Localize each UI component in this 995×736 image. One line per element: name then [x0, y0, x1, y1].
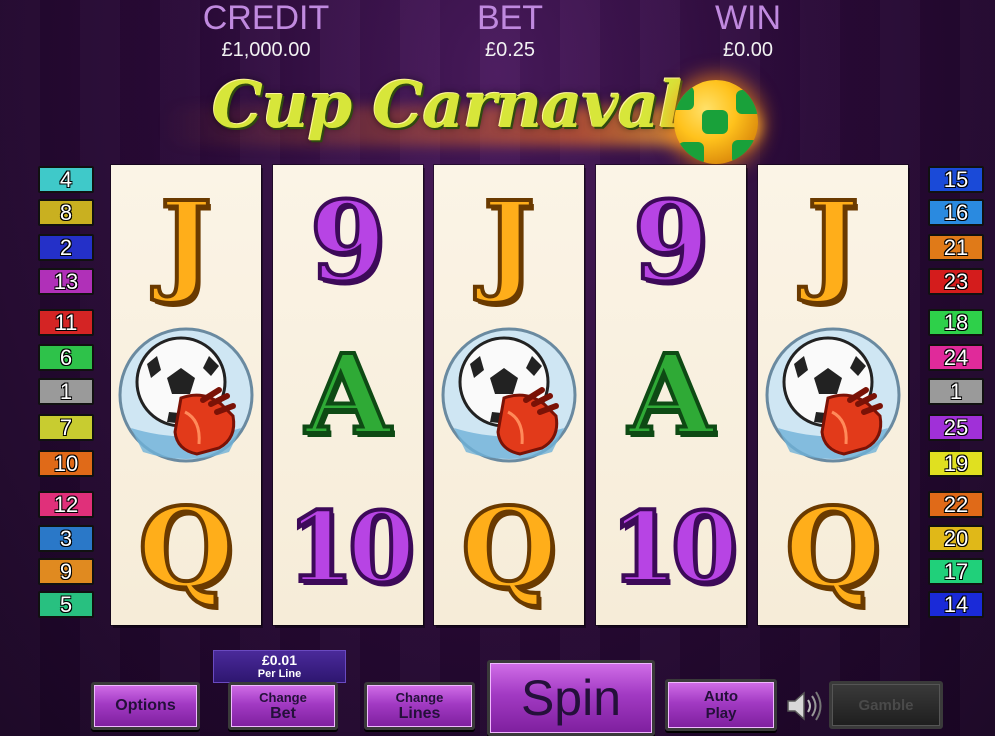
- symbol-glyph: A: [303, 329, 392, 459]
- gamble-button-label: Gamble: [858, 696, 914, 714]
- symbol-ace: A: [273, 318, 423, 471]
- symbol-glyph: 9: [631, 176, 712, 306]
- payline-marker-left: 2: [38, 234, 94, 261]
- spin-button-label: Spin: [520, 670, 622, 726]
- reel: 9 A 10: [596, 165, 746, 625]
- payline-marker-right: 18: [928, 309, 984, 336]
- payline-marker-right: 14: [928, 591, 984, 618]
- payline-marker-right: 17: [928, 558, 984, 585]
- payline-marker-right: 25: [928, 414, 984, 441]
- symbol-jack: J: [111, 165, 261, 318]
- symbol-ten: 10: [273, 471, 423, 624]
- symbol-glyph: 10: [285, 490, 417, 604]
- change-lines-label-top: Change: [395, 690, 444, 705]
- auto-play-label-top: Auto: [703, 688, 739, 705]
- win-label: WIN: [714, 0, 782, 37]
- speaker-icon[interactable]: [784, 688, 824, 724]
- gamble-button[interactable]: Gamble: [829, 681, 943, 729]
- ball-glove-symbol-icon: [758, 318, 908, 471]
- payline-marker-left: 9: [38, 558, 94, 585]
- options-button-label: Options: [115, 697, 176, 714]
- symbol-jack: J: [434, 165, 584, 318]
- per-line-amount: £0.01: [261, 652, 298, 668]
- symbol-glyph: J: [481, 176, 537, 306]
- symbol-glyph: Q: [136, 482, 236, 612]
- payline-marker-left: 4: [38, 166, 94, 193]
- change-lines-button[interactable]: Change Lines: [364, 682, 475, 730]
- payline-marker-right: 24: [928, 344, 984, 371]
- symbol-glyph: J: [805, 176, 861, 306]
- payline-marker-right: 22: [928, 491, 984, 518]
- symbol-nine: 9: [273, 165, 423, 318]
- game-logo: Cup Carnaval: [150, 66, 790, 176]
- payline-marker-left: 1: [38, 378, 94, 405]
- credit-label: CREDIT: [202, 0, 330, 37]
- symbol-queen: Q: [111, 471, 261, 624]
- payline-marker-right: 19: [928, 450, 984, 477]
- change-bet-label-bottom: Bet: [270, 705, 296, 722]
- symbol-queen: Q: [758, 471, 908, 624]
- symbol-ten: 10: [596, 471, 746, 624]
- reel: JQ: [111, 165, 261, 625]
- reel: JQ: [434, 165, 584, 625]
- change-lines-label-bottom: Lines: [398, 705, 441, 722]
- bet-display: BET £0.25: [420, 0, 600, 62]
- win-value: £0.00: [722, 39, 774, 61]
- reel: JQ: [758, 165, 908, 625]
- credit-display: CREDIT £1,000.00: [176, 0, 356, 62]
- payline-marker-left: 5: [38, 591, 94, 618]
- payline-marker-left: 13: [38, 268, 94, 295]
- auto-play-button[interactable]: Auto Play: [665, 679, 777, 731]
- payline-marker-left: 11: [38, 309, 94, 336]
- symbol-queen: Q: [434, 471, 584, 624]
- logo-text: Cup Carnaval: [212, 68, 683, 143]
- payline-marker-left: 10: [38, 450, 94, 477]
- payline-marker-right: 20: [928, 525, 984, 552]
- auto-play-label-bottom: Play: [705, 705, 737, 722]
- symbol-glyph: Q: [459, 482, 559, 612]
- soccer-ball-icon: [674, 80, 758, 164]
- payline-marker-left: 7: [38, 414, 94, 441]
- payline-marker-left: 3: [38, 525, 94, 552]
- per-line-display: £0.01 Per Line: [213, 650, 346, 683]
- payline-marker-right: 23: [928, 268, 984, 295]
- symbol-glyph: A: [626, 329, 715, 459]
- bet-value: £0.25: [484, 39, 536, 61]
- payline-marker-left: 6: [38, 344, 94, 371]
- bet-label: BET: [476, 0, 544, 37]
- payline-marker-right: 1: [928, 378, 984, 405]
- spin-button[interactable]: Spin: [487, 660, 655, 736]
- payline-marker-right: 16: [928, 199, 984, 226]
- change-bet-label-top: Change: [259, 690, 307, 705]
- change-bet-button[interactable]: Change Bet: [228, 682, 338, 730]
- ball-glove-symbol-icon: [111, 318, 261, 471]
- reel: 9 A 10: [273, 165, 423, 625]
- symbol-ace: A: [596, 318, 746, 471]
- payline-marker-left: 12: [38, 491, 94, 518]
- ball-glove-symbol-icon: [434, 318, 584, 471]
- symbol-glyph: 10: [608, 490, 740, 604]
- symbol-nine: 9: [596, 165, 746, 318]
- credit-value: £1,000.00: [221, 39, 311, 61]
- symbol-glyph: Q: [783, 482, 883, 612]
- win-display: WIN £0.00: [658, 0, 838, 62]
- per-line-label: Per Line: [257, 668, 302, 680]
- payline-marker-right: 21: [928, 234, 984, 261]
- symbol-jack: J: [758, 165, 908, 318]
- payline-marker-right: 15: [928, 166, 984, 193]
- payline-marker-left: 8: [38, 199, 94, 226]
- symbol-glyph: 9: [308, 176, 389, 306]
- options-button[interactable]: Options: [91, 682, 200, 730]
- symbol-glyph: J: [158, 176, 214, 306]
